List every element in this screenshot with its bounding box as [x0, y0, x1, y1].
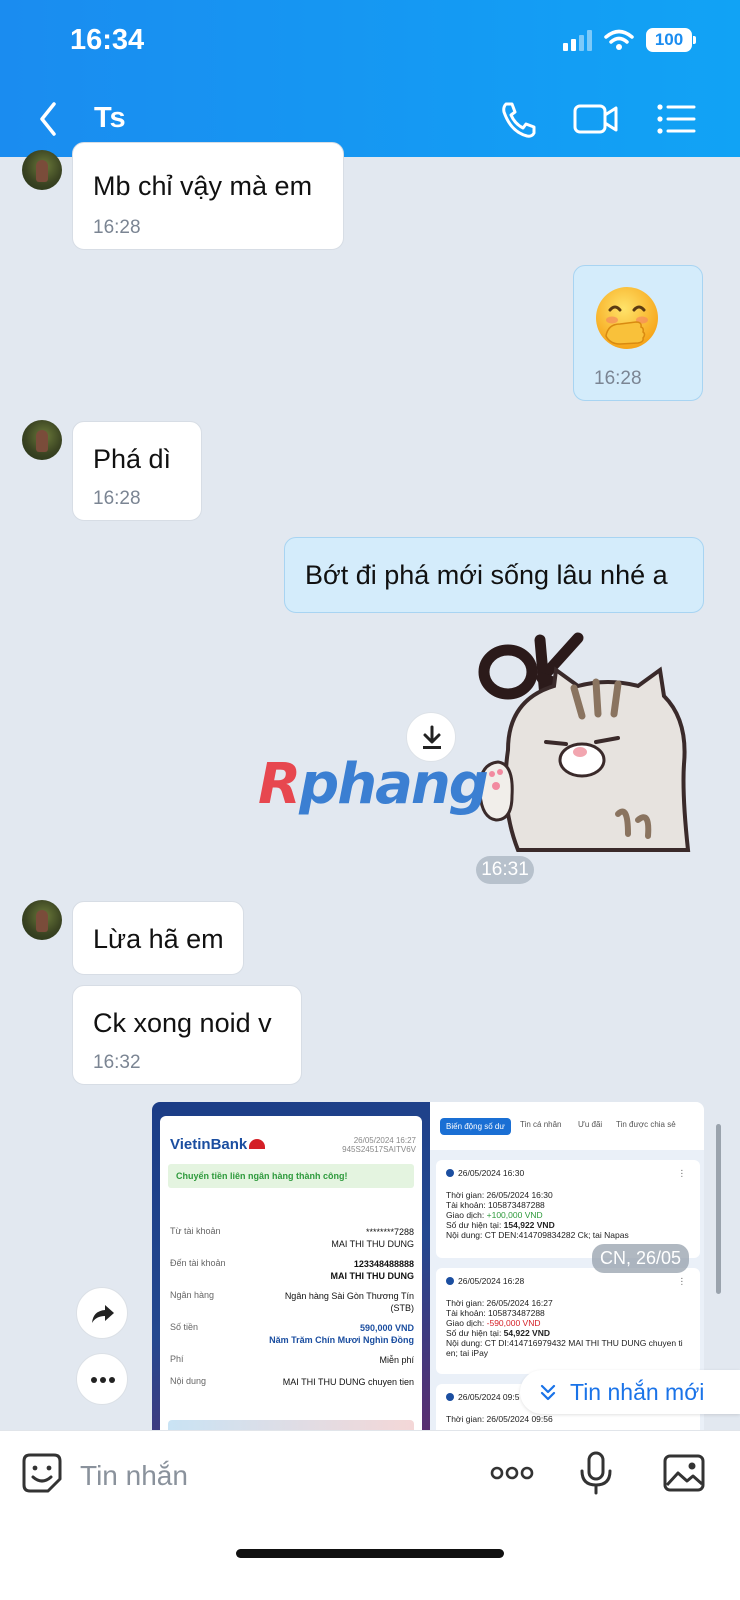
message-bubble-received[interactable]: Ck xong noid v 16:32: [72, 985, 302, 1085]
receipt-row: Từ tài khoản ********7288 MAI THI THU DUNG: [170, 1226, 414, 1249]
avatar[interactable]: [22, 150, 62, 190]
message-bubble-sent[interactable]: Bớt đi phá mới sống lâu nhé a: [284, 537, 704, 613]
bank-logo: VietinBank: [170, 1136, 266, 1153]
watermark: Rphang: [258, 752, 489, 817]
receipt-row: Số tiền 590,000 VND Năm Trăm Chín Mươi Ngh…: [170, 1322, 414, 1345]
bank-receipt: VietinBank 26/05/2024 16:27 945S24517SAIT…: [160, 1116, 422, 1430]
chevron-left-icon[interactable]: [34, 98, 64, 140]
ok-cat-sticker[interactable]: [478, 624, 706, 854]
message-time: 16:28: [93, 217, 141, 238]
chat-title[interactable]: Ts: [94, 102, 126, 135]
message-time: 16:28: [594, 368, 642, 389]
chat-header: 16:34 100 Ts: [0, 0, 740, 157]
message-time: 16:28: [93, 488, 141, 509]
video-camera-icon[interactable]: [572, 98, 620, 140]
message-text: Mb chỉ vậy mà em: [93, 171, 313, 201]
receipt-background: VietinBank 26/05/2024 16:27 945S24517SAIT…: [152, 1102, 430, 1430]
message-text: Lừa hã em: [93, 924, 224, 954]
home-indicator: [236, 1549, 504, 1558]
status-icons: 100: [563, 28, 696, 52]
emoji-sticker-icon[interactable]: [18, 1449, 66, 1497]
wifi-icon: [604, 29, 634, 50]
share-forward-icon: [92, 1305, 114, 1323]
forward-button[interactable]: [76, 1287, 128, 1339]
ellipsis-icon: [91, 1377, 115, 1383]
download-icon: [423, 725, 441, 749]
transaction-card: 26/05/2024 16:28 ⋮ Thời gian: 26/05/2024 …: [436, 1268, 700, 1374]
receipt-row: Ngân hàng Ngân hàng Sài Gòn Thương Tín (ST…: [170, 1290, 414, 1313]
battery-indicator: 100: [646, 28, 696, 52]
receipt-row: Nội dung MAI THI THU DUNG chuyen tien: [170, 1376, 414, 1387]
message-text: Bớt đi phá mới sống lâu nhé a: [305, 560, 668, 590]
message-bubble-received[interactable]: Lừa hã em: [72, 901, 244, 975]
message-time: 16:32: [93, 1052, 141, 1073]
receipt-success-banner: Chuyển tiền liên ngân hàng thành công!: [168, 1164, 414, 1188]
history-tab: Tin cá nhân: [520, 1120, 562, 1129]
history-tab: Biến động số dư: [440, 1118, 511, 1135]
more-dots-icon[interactable]: [488, 1449, 536, 1497]
history-tab: Tin được chia sẻ: [616, 1120, 676, 1129]
message-bubble-received[interactable]: Phá dì 16:28: [72, 421, 202, 521]
history-tabs: Biến động số dư Tin cá nhân Ưu đãi Tin đ…: [430, 1102, 704, 1150]
message-time-pill: 16:31: [476, 856, 534, 884]
phone-icon[interactable]: [496, 98, 542, 140]
scrollbar[interactable]: [716, 1124, 721, 1294]
new-messages-button[interactable]: Tin nhắn mới: [520, 1370, 740, 1414]
avatar[interactable]: [22, 420, 62, 460]
list-menu-icon[interactable]: [654, 98, 700, 140]
receipt-banner: [168, 1420, 414, 1430]
message-bubble-received[interactable]: Mb chỉ vậy mà em 16:28: [72, 142, 344, 250]
date-chip: CN, 26/05: [592, 1244, 690, 1273]
more-options-button[interactable]: [76, 1353, 128, 1405]
message-text: Phá dì: [93, 444, 172, 474]
status-time: 16:34: [70, 24, 145, 56]
cell-signal-icon: [563, 29, 592, 51]
message-input-bar: [0, 1430, 740, 1600]
microphone-icon[interactable]: [572, 1449, 620, 1497]
history-tab: Ưu đãi: [578, 1120, 603, 1129]
receipt-date: 26/05/2024 16:27 945S24517SAITV6V: [342, 1136, 416, 1154]
receipt-row: Đến tài khoản 123348488888 MAI THI THU DUN…: [170, 1258, 414, 1281]
message-input[interactable]: [80, 1453, 460, 1499]
double-chevron-down-icon: [540, 1384, 556, 1401]
message-bubble-sent-emoji[interactable]: 16:28: [573, 265, 703, 401]
message-text: Ck xong noid v: [93, 1008, 272, 1038]
image-gallery-icon[interactable]: [660, 1449, 708, 1497]
face-with-hand-over-mouth-emoji-icon: [596, 287, 658, 349]
avatar[interactable]: [22, 900, 62, 940]
